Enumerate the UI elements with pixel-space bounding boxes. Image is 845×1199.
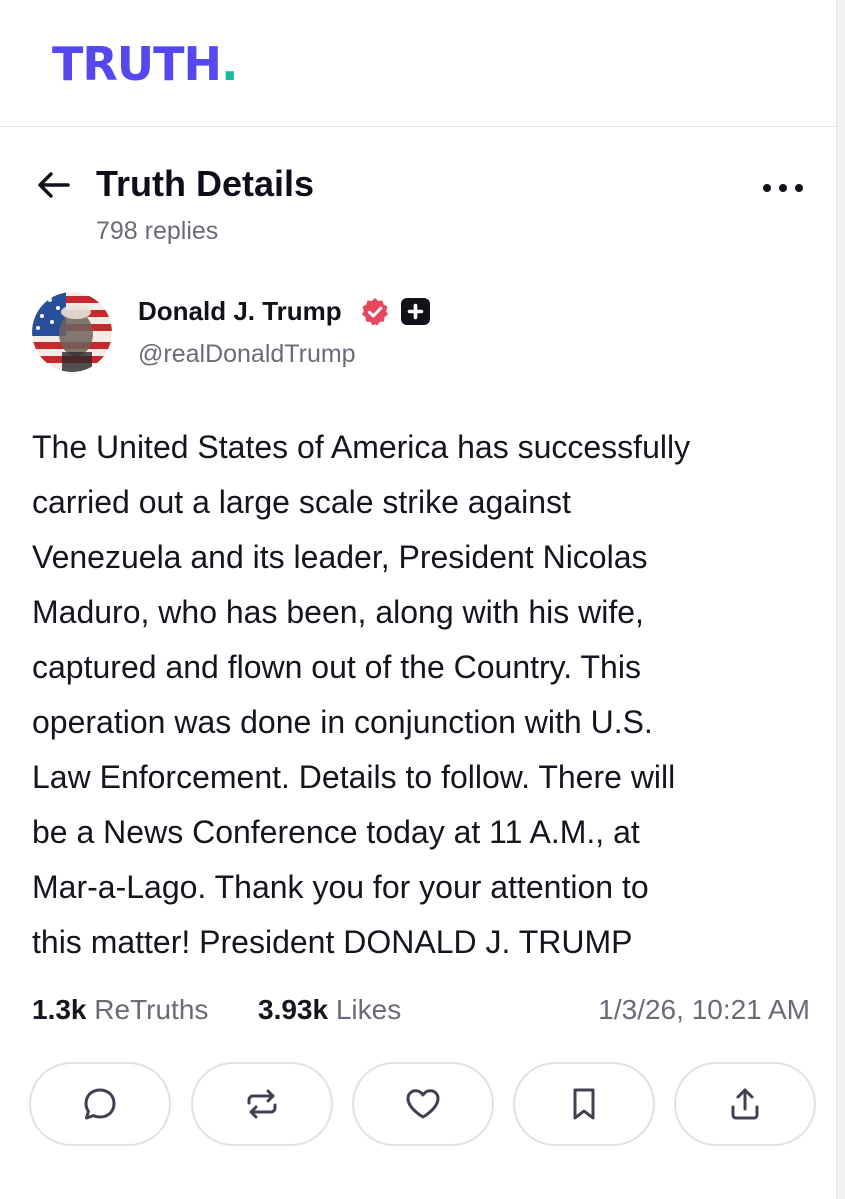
- post-timestamp: 1/3/26, 10:21 AM: [598, 994, 810, 1025]
- post-text: The United States of America has success…: [32, 420, 822, 970]
- reply-button[interactable]: [29, 1062, 171, 1146]
- retruths-stat[interactable]: 1.3k ReTruths: [32, 990, 208, 1030]
- retruth-button[interactable]: [191, 1062, 333, 1146]
- author-name[interactable]: Donald J. Trump: [138, 294, 342, 328]
- post-line: Venezuela and its leader, President Nico…: [32, 539, 648, 575]
- retruth-icon: [247, 1089, 277, 1119]
- heart-icon: [406, 1089, 440, 1119]
- truth-logo[interactable]: TRUTH.: [52, 36, 239, 92]
- share-button[interactable]: [674, 1062, 816, 1146]
- author-handle[interactable]: @realDonaldTrump: [138, 338, 356, 370]
- post-line: The United States of America has success…: [32, 429, 691, 465]
- avatar[interactable]: [32, 292, 112, 372]
- plus-badge-icon: [401, 298, 430, 325]
- bookmark-icon: [573, 1088, 595, 1120]
- truth-details-page: TRUTH. Truth Details 798 replies Donald …: [0, 0, 845, 1199]
- bookmark-button[interactable]: [513, 1062, 655, 1146]
- reply-icon: [84, 1088, 116, 1120]
- more-dots-icon: [763, 184, 803, 192]
- logo-text: TRUTH: [52, 37, 222, 91]
- post-stats: 1.3k ReTruths 3.93k Likes 1/3/26, 10:21 …: [32, 990, 822, 1030]
- verified-icon: [362, 298, 388, 326]
- scrollbar[interactable]: [836, 0, 845, 1199]
- arrow-left-icon: [38, 172, 70, 198]
- likes-stat[interactable]: 3.93k Likes: [258, 990, 401, 1030]
- more-options-button[interactable]: [758, 170, 808, 206]
- like-button[interactable]: [352, 1062, 494, 1146]
- action-bar: [29, 1062, 819, 1146]
- share-icon: [731, 1088, 759, 1120]
- post-line: carried out a large scale strike against: [32, 484, 571, 520]
- post-line: be a News Conference today at 11 A.M., a…: [32, 814, 640, 850]
- page-title: Truth Details: [96, 163, 315, 204]
- post-line: Mar-a-Lago. Thank you for your attention…: [32, 869, 649, 905]
- back-button[interactable]: [34, 165, 74, 205]
- logo-dot: .: [221, 37, 239, 91]
- top-bar: TRUTH.: [0, 0, 836, 127]
- likes-label: Likes: [335, 994, 402, 1025]
- retruths-count: 1.3k: [32, 994, 87, 1025]
- retruths-label: ReTruths: [94, 994, 209, 1025]
- post-line: operation was done in conjunction with U…: [32, 704, 653, 740]
- post-line: Law Enforcement. Details to follow. Ther…: [32, 759, 676, 795]
- avatar-image: [32, 292, 112, 372]
- post-line: Maduro, who has been, along with his wif…: [32, 594, 644, 630]
- replies-count: 798 replies: [96, 217, 219, 245]
- likes-count: 3.93k: [258, 994, 329, 1025]
- post-line: this matter! President DONALD J. TRUMP: [32, 924, 633, 960]
- post-line: captured and flown out of the Country. T…: [32, 649, 641, 685]
